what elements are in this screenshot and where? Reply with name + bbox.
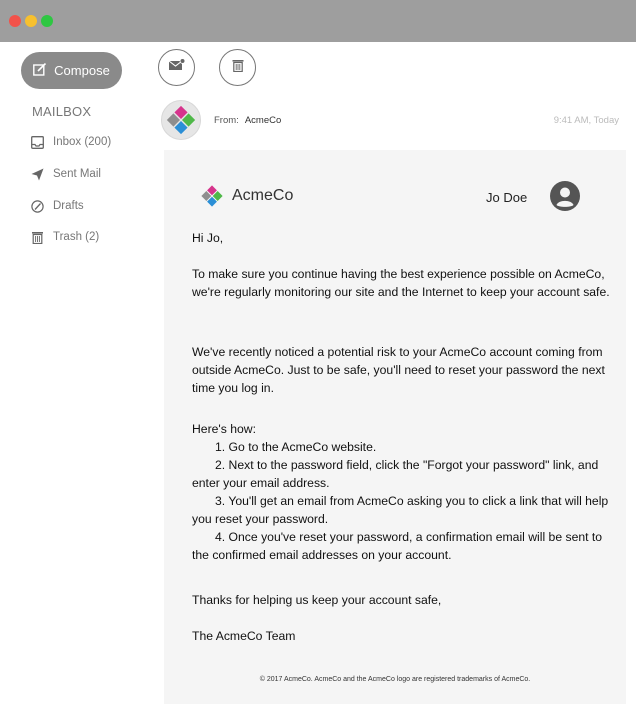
message-timestamp: 9:41 AM, Today [553,115,619,126]
step-item: 3. You'll get an email from AcmeCo askin… [192,494,609,526]
sidebar-item-label: Drafts [53,200,84,212]
step-item: 2. Next to the password field, click the… [192,458,599,490]
acmeco-logo-icon [201,185,223,207]
minimize-window-button[interactable] [25,15,37,27]
delete-icon [232,59,244,77]
thanks-line: Thanks for helping us keep your account … [192,593,442,607]
mail-icon [168,58,186,77]
user-account-icon[interactable] [550,181,580,211]
from-line: From: AcmeCo [214,115,281,126]
brand-header: AcmeCo [196,184,293,208]
delete-button[interactable] [219,49,256,86]
step-item: 4. Once you've reset your password, a co… [192,530,603,562]
trash-icon [31,231,44,244]
compose-icon [33,62,47,79]
sidebar-item-label: Trash (2) [53,231,100,243]
step-item: 1. Go to the AcmeCo website. [215,440,377,454]
sidebar-item-sent-mail[interactable]: Sent Mail [31,165,101,183]
send-icon [31,168,44,181]
brand-name: AcmeCo [232,187,294,204]
mail-action-button[interactable] [158,49,195,86]
sidebar-item-label: Sent Mail [53,168,101,180]
signature: The AcmeCo Team [192,629,296,643]
paragraph-risk: We've recently noticed a potential risk … [192,345,605,395]
window-titlebar [0,0,636,42]
sender-avatar [161,100,201,140]
sidebar-item-drafts[interactable]: Drafts [31,197,84,215]
drafts-icon [31,199,44,213]
maximize-window-button[interactable] [41,15,53,27]
mailbox-heading: MAILBOX [32,104,92,119]
from-label: From: [214,115,239,126]
acmeco-logo-icon [166,105,196,135]
paragraph-monitoring: To make sure you continue having the bes… [192,267,610,299]
inbox-icon [31,135,44,149]
sidebar-item-trash[interactable]: Trash (2) [31,228,99,246]
sidebar-item-label: Inbox (200) [53,136,112,148]
copyright-footer: © 2017 AcmeCo. AcmeCo and the AcmeCo log… [259,676,531,683]
recipient-name: Jo Doe [486,190,528,205]
sidebar-item-inbox[interactable]: Inbox (200) [31,133,111,151]
close-window-button[interactable] [9,15,21,27]
sidebar: Compose MAILBOX Inbox (200) Sent Mail Dr… [0,42,148,704]
how-heading: Here's how: [192,422,256,436]
compose-button[interactable]: Compose [21,52,122,89]
greeting: Hi Jo, [192,231,224,245]
from-sender[interactable]: AcmeCo [245,115,281,126]
compose-label: Compose [54,63,110,78]
